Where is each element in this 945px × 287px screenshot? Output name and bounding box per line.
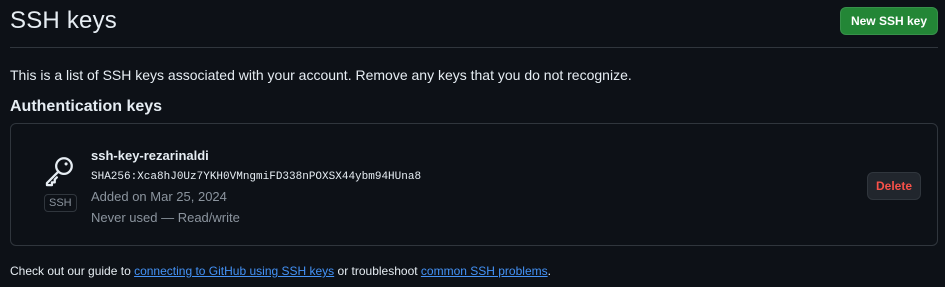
key-name: ssh-key-rezarinaldi [91, 148, 209, 163]
ssh-key-list: SSH ssh-key-rezarinaldi SHA256:Xca8hJ0Uz… [10, 123, 938, 246]
page-header: SSH keys New SSH key [10, 0, 938, 48]
new-ssh-key-button[interactable]: New SSH key [840, 7, 938, 35]
ssh-problems-link[interactable]: common SSH problems [421, 264, 548, 278]
footer-help-text: Check out our guide to connecting to Git… [10, 264, 551, 278]
footer-suffix: . [547, 264, 551, 278]
key-usage-status: Never used — Read/write [91, 210, 240, 225]
section-title-authentication-keys: Authentication keys [10, 98, 163, 115]
delete-key-button[interactable]: Delete [867, 172, 921, 200]
footer-prefix: Check out our guide to [10, 264, 135, 278]
connecting-ssh-guide-link[interactable]: connecting to GitHub using SSH keys [134, 264, 334, 278]
ssh-keys-page: SSH keys New SSH key This is a list of S… [0, 0, 945, 287]
key-type-label: SSH [44, 194, 77, 212]
key-fingerprint: SHA256:Xca8hJ0Uz7YKH0VMngmiFD338nPOXSX44… [91, 171, 422, 183]
page-title: SSH keys [10, 7, 117, 34]
footer-middle: or troubleshoot [334, 264, 421, 278]
key-added-date: Added on Mar 25, 2024 [91, 189, 227, 204]
intro-text: This is a list of SSH keys associated wi… [10, 67, 632, 83]
key-icon [41, 154, 77, 188]
